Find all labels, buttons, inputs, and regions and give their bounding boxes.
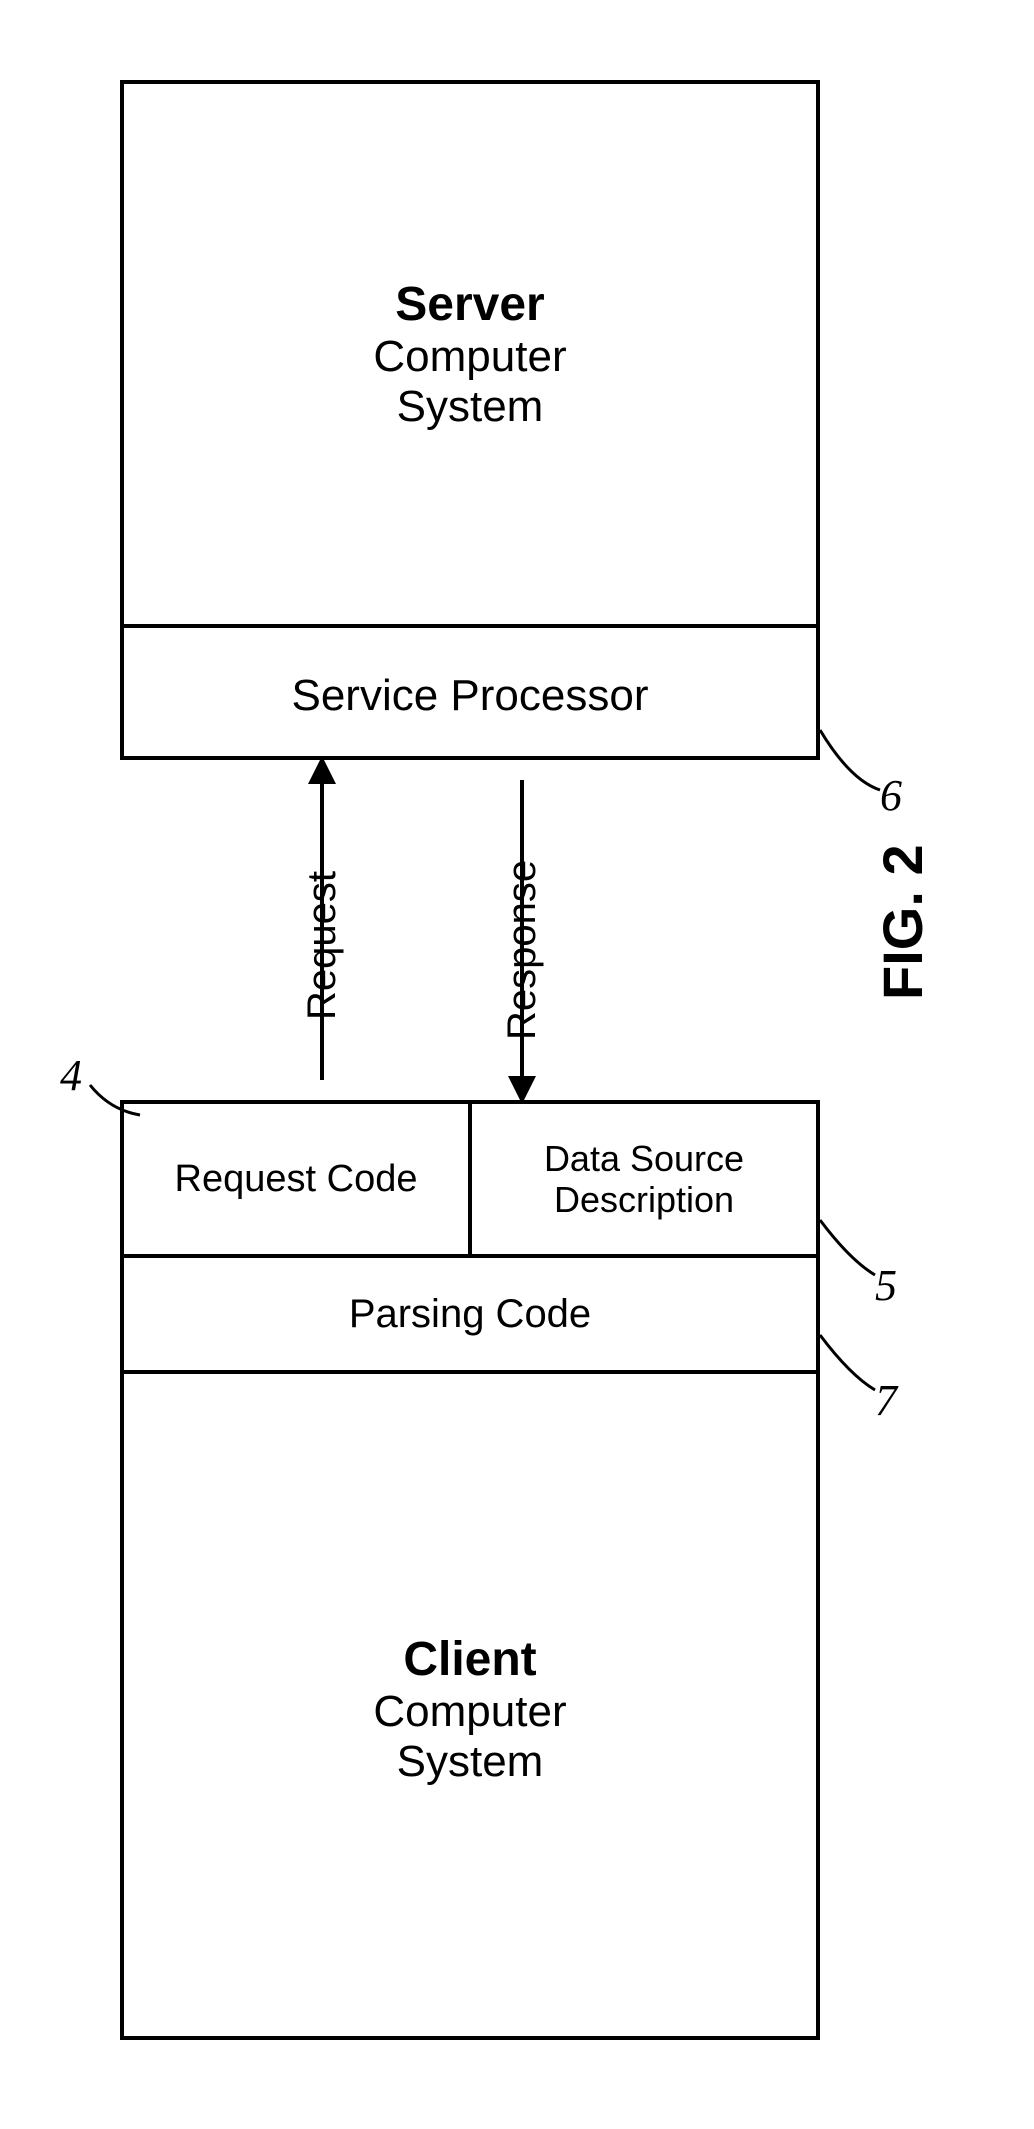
service-processor-block: Service Processor bbox=[124, 624, 816, 764]
server-title-bold: Server bbox=[395, 277, 544, 332]
client-title-block: Client Computer System bbox=[124, 1374, 816, 2044]
request-arrowhead-icon bbox=[308, 756, 336, 784]
figure-label: FIG. 2 bbox=[870, 844, 935, 1000]
request-response-arrows: Request Response bbox=[250, 760, 650, 1100]
parsing-code-block: Parsing Code bbox=[124, 1254, 816, 1374]
request-code-block: Request Code bbox=[124, 1104, 472, 1254]
data-source-description-block: Data Source Description bbox=[472, 1104, 816, 1254]
client-top-row: Request Code Data Source Description bbox=[124, 1104, 816, 1254]
client-title-line2: System bbox=[397, 1737, 544, 1787]
data-source-description-text: Data Source Description bbox=[544, 1138, 744, 1221]
client-title-bold: Client bbox=[403, 1632, 536, 1687]
ref-7: 7 bbox=[875, 1375, 897, 1426]
diagram-canvas: Server Computer System Service Processor… bbox=[0, 0, 1034, 2129]
server-title-line2: System bbox=[397, 382, 544, 432]
server-system-box: Server Computer System Service Processor bbox=[120, 80, 820, 760]
client-system-box: Request Code Data Source Description Par… bbox=[120, 1100, 820, 2040]
server-title-block: Server Computer System bbox=[124, 84, 816, 624]
ref-6: 6 bbox=[880, 770, 902, 821]
server-title-line1: Computer bbox=[373, 332, 566, 382]
request-arrow-label: Request bbox=[300, 871, 345, 1020]
ref-5: 5 bbox=[875, 1260, 897, 1311]
client-title-line1: Computer bbox=[373, 1687, 566, 1737]
ref-4-lead bbox=[90, 1085, 150, 1140]
response-arrow-label: Response bbox=[500, 860, 545, 1040]
ref-4: 4 bbox=[60, 1050, 82, 1101]
